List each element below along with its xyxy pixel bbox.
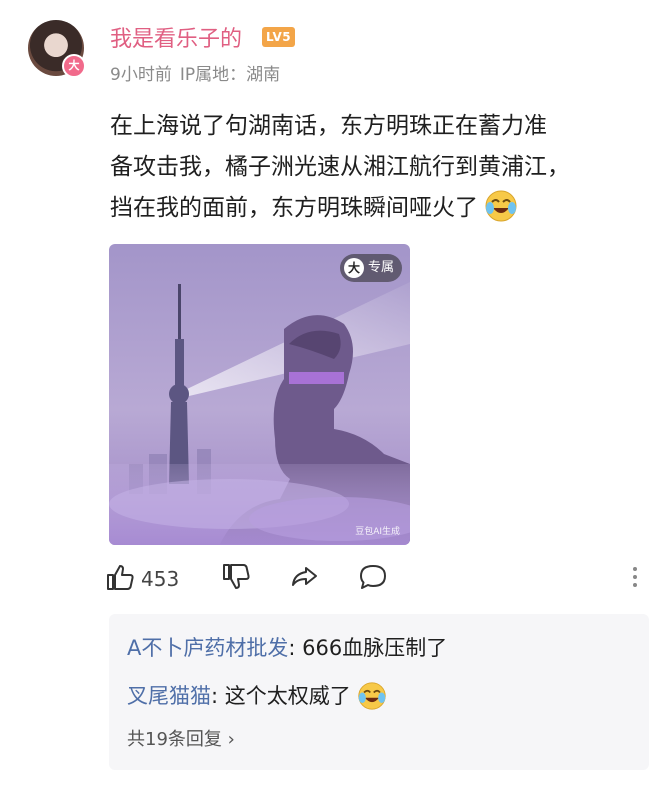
post-text-line: 在上海说了句湖南话，东方明珠正在蓄力准	[110, 113, 547, 139]
post-location: IP属地：湖南	[179, 65, 281, 85]
ai-watermark: 豆包AI生成	[355, 527, 400, 537]
reply-text: : 这个太权威了	[211, 684, 351, 708]
exclusive-badge-icon: 大	[343, 258, 364, 278]
comment-button[interactable]	[357, 562, 389, 596]
thumbs-down-icon	[221, 562, 251, 596]
share-button[interactable]	[289, 562, 319, 596]
share-icon	[289, 562, 319, 596]
post-text: 在上海说了句湖南话，东方明珠正在蓄力准 备攻击我，橘子洲光速从湘江航行到黄浦江，…	[110, 106, 655, 237]
reply-author[interactable]: A不卜庐药材批发	[127, 636, 288, 660]
avatar-badge: 大	[62, 54, 86, 78]
reply-text: : 666血脉压制了	[288, 636, 448, 660]
avatar[interactable]: 大	[28, 20, 86, 78]
post-text-line: 备攻击我，橘子洲光速从湘江航行到黄浦江，	[110, 154, 570, 180]
username[interactable]: 我是看乐子的	[110, 21, 242, 53]
like-count: 453	[141, 567, 180, 591]
like-button[interactable]: 453	[105, 562, 179, 596]
reply-item[interactable]: A不卜庐药材批发: 666血脉压制了	[127, 632, 447, 662]
post-image[interactable]: 大 专属 豆包AI生成	[109, 244, 410, 545]
post-text-segment: 挡在我的面前，东方明珠瞬间哑火了	[110, 195, 478, 221]
view-all-replies-link[interactable]: 共19条回复 ›	[127, 725, 235, 751]
reply-item[interactable]: 叉尾猫猫: 这个太权威了	[127, 680, 387, 716]
reply-preview[interactable]: A不卜庐药材批发: 666血脉压制了 叉尾猫猫: 这个太权威了 共19条回复 ›	[109, 614, 649, 770]
dislike-button[interactable]	[221, 562, 251, 596]
ai-generated-illustration	[109, 244, 410, 545]
laugh-cry-emoji-icon	[357, 681, 387, 716]
post-text-line: 挡在我的面前，东方明珠瞬间哑火了	[110, 188, 655, 237]
post-meta: 9小时前 IP属地：湖南	[110, 60, 288, 85]
more-vertical-icon	[629, 562, 641, 596]
thumbs-up-icon	[105, 562, 135, 596]
post-time: 9小时前	[110, 65, 172, 85]
comment-icon	[357, 562, 389, 596]
more-options-button[interactable]	[629, 562, 641, 596]
action-bar: 453	[105, 562, 655, 598]
reply-author[interactable]: 叉尾猫猫	[127, 684, 211, 708]
exclusive-badge-label: 专属	[367, 260, 394, 275]
exclusive-badge: 大 专属	[339, 254, 402, 282]
level-badge: LV5	[262, 27, 296, 47]
laugh-cry-emoji-icon	[484, 189, 518, 237]
